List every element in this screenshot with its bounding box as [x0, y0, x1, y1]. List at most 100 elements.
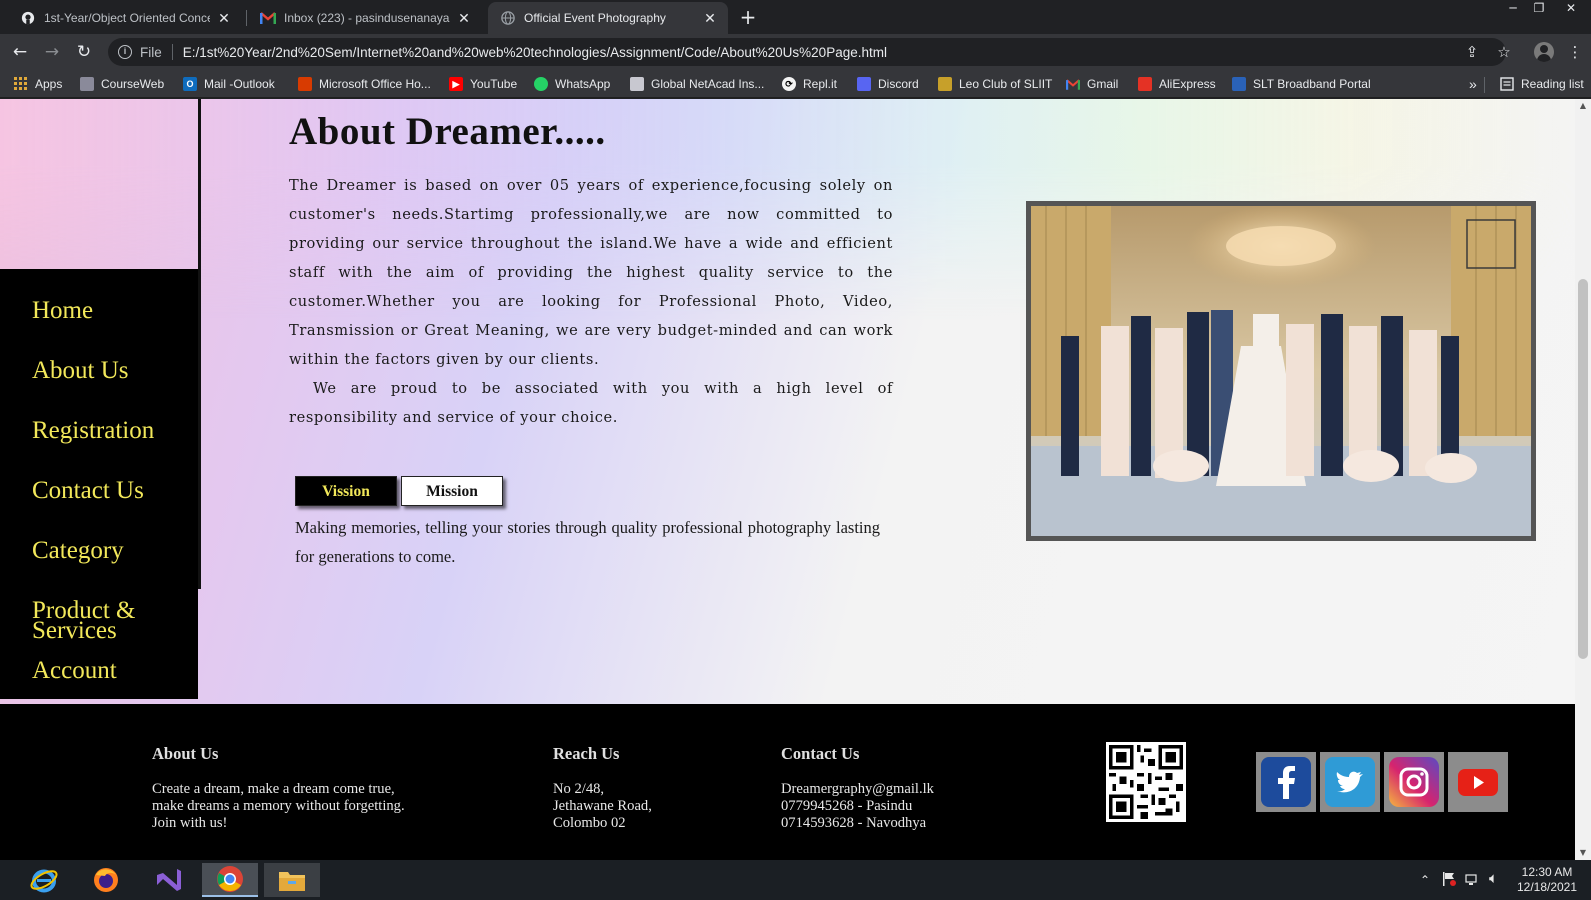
outlook-icon: O	[183, 77, 197, 91]
browser-toolbar: ← → ↻ i File E:/1st%20Year/2nd%20Sem/Int…	[0, 34, 1591, 70]
more-bookmarks-icon[interactable]: »	[1469, 74, 1477, 94]
bookmark-label: Leo Club of SLIIT	[959, 77, 1053, 91]
reading-list-button[interactable]: Reading list	[1500, 74, 1584, 94]
nav-registration[interactable]: Registration	[32, 418, 154, 443]
browser-tab-active[interactable]: Official Event Photography ✕	[488, 2, 728, 34]
bookmark-outlook[interactable]: O Mail -Outlook	[183, 74, 275, 94]
youtube-icon[interactable]	[1448, 752, 1508, 812]
scroll-up-icon[interactable]: ▲	[1575, 101, 1591, 110]
footer-about: About Us Create a dream, make a dream co…	[152, 744, 442, 832]
browser-tab-gmail[interactable]: Inbox (223) - pasindusenanayake ✕	[248, 2, 482, 34]
tab-title: Official Event Photography	[524, 11, 666, 25]
internet-explorer-icon[interactable]	[16, 863, 72, 897]
bookmark-office[interactable]: Microsoft Office Ho...	[298, 74, 431, 94]
scrollbar-thumb[interactable]	[1578, 279, 1588, 659]
leo-club-icon	[938, 77, 952, 91]
visual-studio-icon[interactable]	[140, 863, 196, 897]
file-explorer-icon[interactable]	[264, 863, 320, 897]
volume-icon[interactable]: 🔈︎	[1489, 870, 1498, 887]
bookmark-label: Microsoft Office Ho...	[319, 77, 431, 91]
close-window-icon[interactable]: ✕	[1558, 0, 1584, 18]
tab-vision[interactable]: Vission	[295, 476, 397, 506]
slt-icon	[1232, 77, 1246, 91]
sidebar-nav: Home About Us Registration Contact Us Ca…	[0, 269, 198, 699]
network-icon[interactable]	[1465, 871, 1481, 890]
nav-contact-us[interactable]: Contact Us	[32, 478, 144, 503]
nav-account[interactable]: Account	[32, 658, 117, 683]
address-divider	[171, 44, 173, 60]
new-tab-button[interactable]: +	[736, 6, 760, 30]
nav-home[interactable]: Home	[32, 298, 93, 323]
instagram-icon[interactable]	[1384, 752, 1444, 812]
windows-taskbar: ⌃ 🔈︎ 12:30 AM 12/18/2021	[0, 860, 1591, 900]
minimize-icon[interactable]: ─	[1500, 0, 1526, 18]
bookmark-label: Discord	[878, 77, 919, 91]
address-bar[interactable]: i File E:/1st%20Year/2nd%20Sem/Internet%…	[108, 38, 1506, 66]
footer-address-line: Jethawane Road,	[553, 798, 652, 814]
bookmark-netacad[interactable]: Global NetAcad Ins...	[630, 74, 764, 94]
tab-mission[interactable]: Mission	[401, 476, 503, 506]
close-tab-icon[interactable]: ✕	[702, 10, 718, 27]
close-tab-icon[interactable]: ✕	[216, 10, 232, 27]
replit-icon: ⟳	[782, 77, 796, 91]
nav-product-services-line2[interactable]: Services	[32, 618, 117, 643]
back-arrow-icon[interactable]: ←	[8, 40, 32, 64]
bookmark-leo-club[interactable]: Leo Club of SLIIT	[938, 74, 1052, 94]
bookmark-star-icon[interactable]: ☆	[1492, 40, 1516, 64]
wedding-party-people	[1061, 310, 1477, 486]
page-title: About Dreamer.....	[289, 110, 606, 153]
aliexpress-icon	[1138, 77, 1152, 91]
system-clock[interactable]: 12:30 AM 12/18/2021	[1516, 865, 1578, 895]
action-center-flag-icon[interactable]	[1442, 871, 1456, 890]
nav-category[interactable]: Category	[32, 538, 124, 563]
footer-about-line: Join with us!	[152, 815, 228, 831]
info-icon[interactable]: i	[118, 45, 132, 59]
footer-contact: Contact Us Dreamergraphy@gmail.lk 077994…	[781, 744, 1011, 832]
bookmark-replit[interactable]: ⟳ Repl.it	[782, 74, 837, 94]
bookmark-label: SLT Broadband Portal	[1253, 77, 1371, 91]
bookmark-label: Mail -Outlook	[204, 77, 275, 91]
gmail-icon	[1066, 77, 1080, 91]
twitter-icon[interactable]	[1320, 752, 1380, 812]
more-menu-icon[interactable]: ⋮	[1563, 40, 1587, 64]
office-icon	[298, 77, 312, 91]
chrome-icon[interactable]	[202, 863, 258, 897]
close-tab-icon[interactable]: ✕	[456, 10, 472, 27]
restore-icon[interactable]: ❐	[1526, 0, 1552, 18]
scroll-down-icon[interactable]: ▼	[1575, 848, 1591, 857]
nav-about-us[interactable]: About Us	[32, 358, 129, 383]
bookmark-slt[interactable]: SLT Broadband Portal	[1232, 74, 1371, 94]
forward-arrow-icon[interactable]: →	[40, 40, 64, 64]
bookmarks-bar: Apps CourseWeb O Mail -Outlook Microsoft…	[0, 70, 1591, 98]
bookmark-aliexpress[interactable]: AliExpress	[1138, 74, 1216, 94]
facebook-icon[interactable]	[1256, 752, 1316, 812]
page-viewport: Home About Us Registration Contact Us Ca…	[0, 99, 1591, 860]
footer-reach-heading: Reach Us	[553, 744, 620, 763]
courseweb-icon	[80, 77, 94, 91]
browser-tab-github[interactable]: 1st-Year/Object Oriented Concep ✕	[8, 2, 242, 34]
reload-icon[interactable]: ↻	[72, 40, 96, 64]
profile-avatar-icon[interactable]	[1534, 42, 1554, 62]
bookmark-gmail[interactable]: Gmail	[1066, 74, 1118, 94]
bookmark-apps[interactable]: Apps	[14, 74, 62, 94]
site-footer: About Us Create a dream, make a dream co…	[0, 704, 1575, 860]
address-url[interactable]: E:/1st%20Year/2nd%20Sem/Internet%20and%2…	[183, 45, 887, 60]
about-paragraph-1: The Dreamer is based on over 05 years of…	[289, 177, 893, 368]
bookmark-youtube[interactable]: ▶ YouTube	[449, 74, 517, 94]
apps-grid-icon	[14, 77, 28, 91]
share-icon[interactable]: ⇪	[1460, 40, 1484, 64]
bookmark-courseweb[interactable]: CourseWeb	[80, 74, 164, 94]
footer-email[interactable]: Dreamergraphy@gmail.lk	[781, 781, 1011, 798]
bookmark-label: AliExpress	[1159, 77, 1216, 91]
group-photo-image	[1031, 206, 1531, 536]
about-paragraph-2: We are proud to be associated with you w…	[289, 380, 893, 426]
footer-address-line: Colombo 02	[553, 815, 626, 831]
bookmark-whatsapp[interactable]: WhatsApp	[534, 74, 610, 94]
page-scrollbar[interactable]: ▲ ▼	[1575, 99, 1591, 860]
show-hidden-icons[interactable]: ⌃	[1420, 873, 1430, 887]
firefox-icon[interactable]	[78, 863, 134, 897]
bookmark-discord[interactable]: Discord	[857, 74, 919, 94]
sidebar-divider	[198, 99, 201, 589]
globe-icon	[500, 10, 516, 26]
footer-about-heading: About Us	[152, 744, 219, 763]
